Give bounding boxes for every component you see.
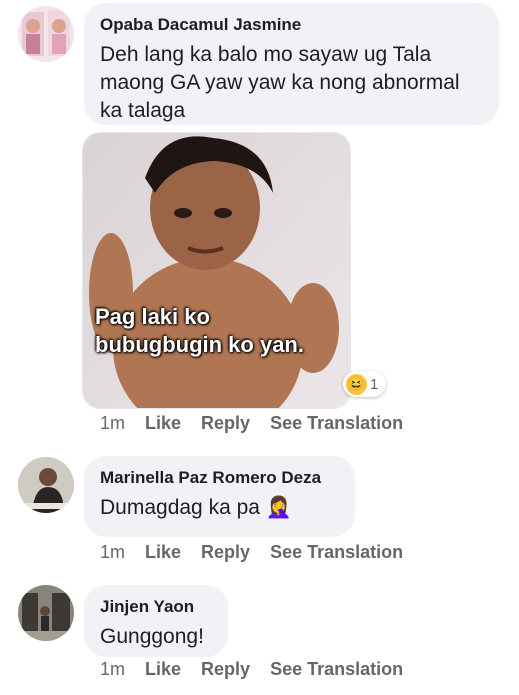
haha-emoji-icon: 😆: [346, 373, 367, 395]
comment-bubble: Opaba Dacamul Jasmine Deh lang ka balo m…: [84, 3, 499, 125]
comment-bubble: Jinjen Yaon Gunggong!: [84, 585, 228, 657]
comment-bubble: Marinella Paz Romero Deza Dumagdag ka pa…: [84, 456, 355, 537]
reply-button[interactable]: Reply: [201, 659, 250, 680]
comment-actions: 1m Like Reply See Translation: [100, 659, 403, 680]
avatar-photo: [18, 457, 74, 513]
see-translation-button[interactable]: See Translation: [270, 542, 403, 563]
image-caption: Pag laki ko bubugbugin ko yan.: [95, 303, 304, 359]
meme-photo: [83, 133, 350, 408]
reply-button[interactable]: Reply: [201, 413, 250, 434]
avatar[interactable]: [18, 6, 74, 62]
comment-actions: 1m Like Reply See Translation: [100, 542, 403, 563]
comment-time[interactable]: 1m: [100, 659, 125, 680]
avatar[interactable]: [18, 457, 74, 513]
comment-author[interactable]: Opaba Dacamul Jasmine: [100, 15, 481, 35]
caption-line-2: bubugbugin ko yan.: [95, 332, 304, 357]
see-translation-button[interactable]: See Translation: [270, 659, 403, 680]
comment-time[interactable]: 1m: [100, 542, 125, 563]
reaction-summary[interactable]: 😆 1: [343, 371, 387, 397]
comment-text: Dumagdag ka pa 🤦‍♀️: [100, 496, 292, 519]
comment-author[interactable]: Jinjen Yaon: [100, 597, 210, 617]
reaction-count: 1: [370, 375, 379, 393]
comment-actions: 1m Like Reply See Translation: [100, 413, 403, 434]
avatar-photo: [18, 6, 74, 62]
avatar[interactable]: [18, 585, 74, 641]
avatar-photo: [18, 585, 74, 641]
comment-image[interactable]: Pag laki ko bubugbugin ko yan.: [82, 132, 351, 409]
comment-text: Gunggong!: [100, 625, 204, 648]
comment-text: Deh lang ka balo mo sayaw ug Tala maong …: [100, 43, 460, 122]
comment-time[interactable]: 1m: [100, 413, 125, 434]
caption-line-1: Pag laki ko: [95, 304, 210, 329]
like-button[interactable]: Like: [145, 542, 181, 563]
reply-button[interactable]: Reply: [201, 542, 250, 563]
like-button[interactable]: Like: [145, 413, 181, 434]
see-translation-button[interactable]: See Translation: [270, 413, 403, 434]
like-button[interactable]: Like: [145, 659, 181, 680]
comment-author[interactable]: Marinella Paz Romero Deza: [100, 468, 337, 488]
